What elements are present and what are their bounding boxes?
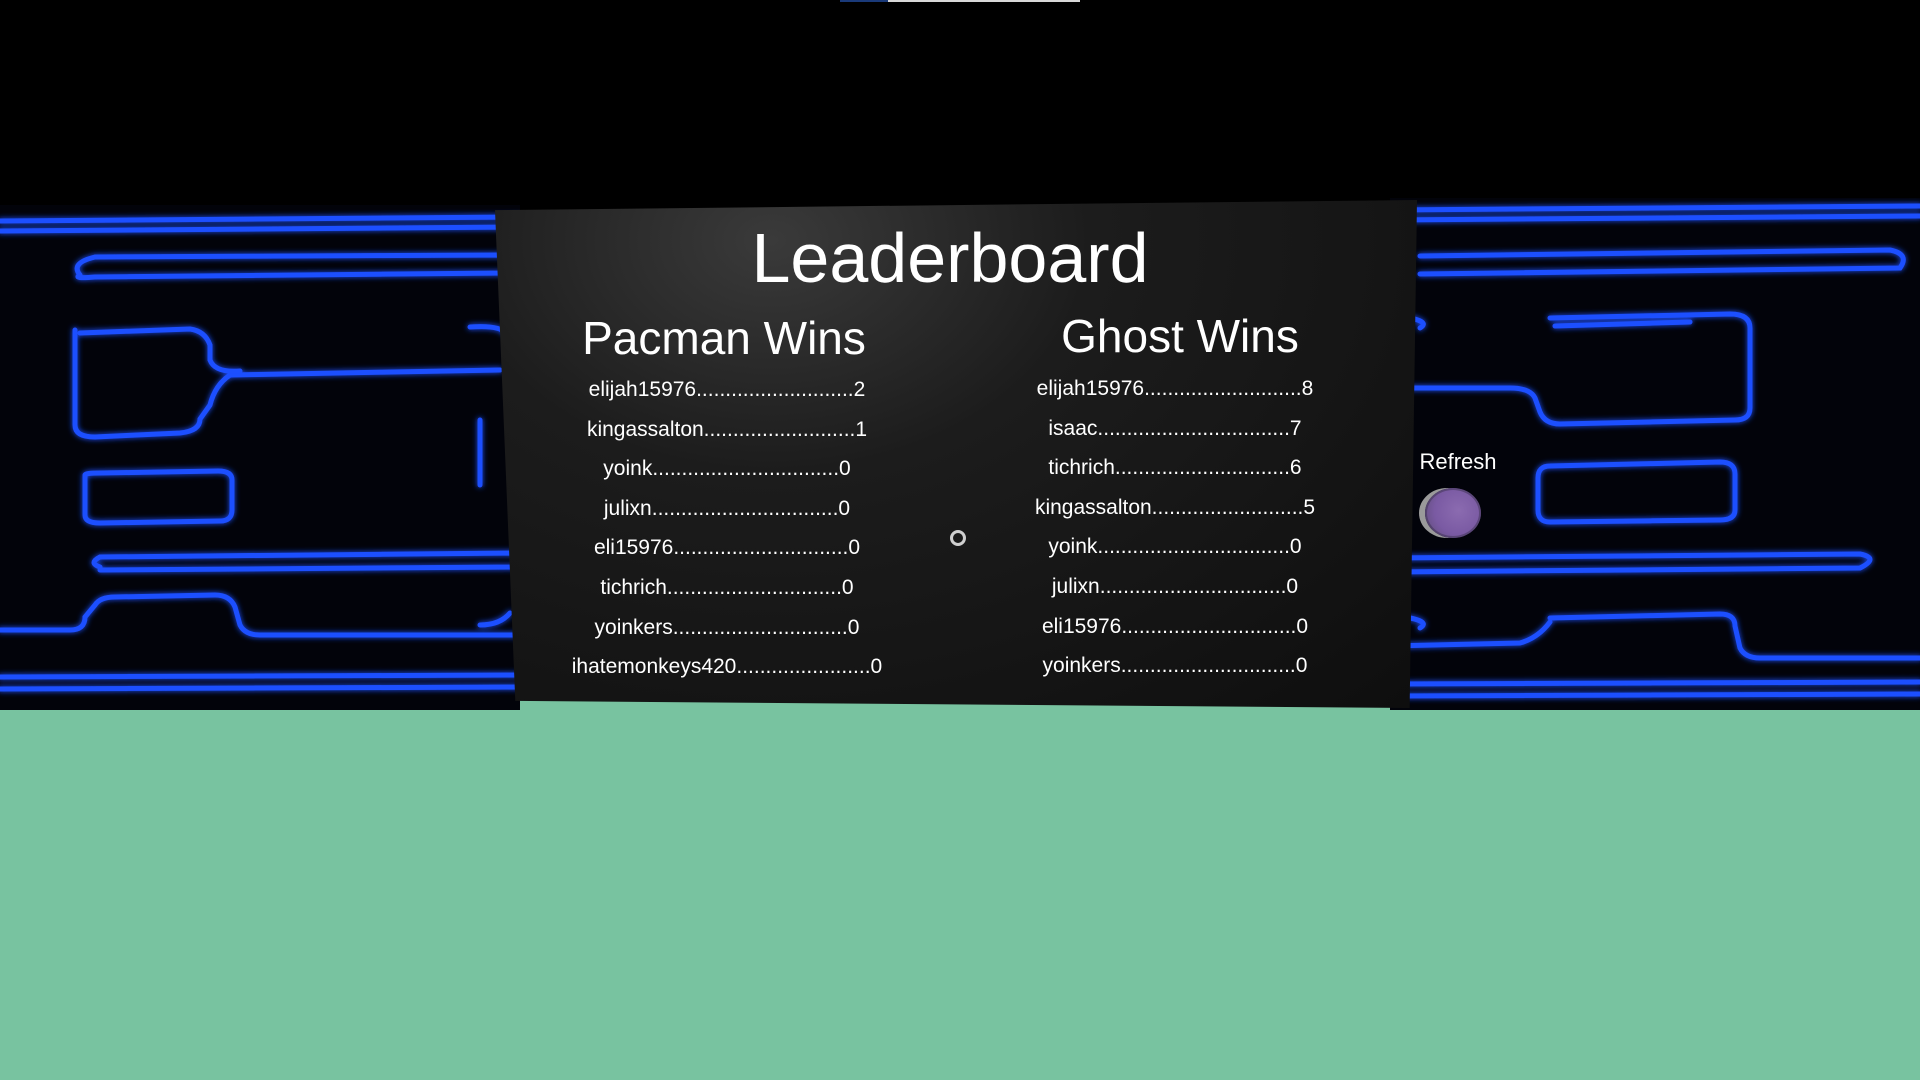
ghost-wins-heading: Ghost Wins — [1061, 310, 1299, 362]
ghost-entry: eli15976..............................0 — [1041, 614, 1309, 638]
ghost-entry: kingassalton..........................5 — [1034, 495, 1316, 519]
pacman-entry: eli15976..............................0 — [593, 536, 861, 560]
refresh-label: Refresh — [1419, 449, 1497, 474]
ghost-wins-list: elijah15976...........................8 … — [975, 369, 1375, 686]
ghost-entry: yoink.................................0 — [1048, 535, 1302, 559]
maze-wall-left — [0, 205, 520, 710]
leaderboard-title: Leaderboard — [751, 219, 1149, 297]
top-indicator-segment — [888, 0, 1080, 2]
pacman-entry: ihatemonkeys420.......................0 — [571, 655, 883, 679]
ghost-entry: elijah15976...........................8 — [1036, 377, 1314, 400]
top-indicator-segment — [840, 0, 888, 2]
ghost-entry: isaac.................................7 — [1048, 416, 1302, 440]
sky — [0, 0, 1920, 210]
game-scene: Leaderboard Pacman Wins elijah15976.....… — [0, 0, 1920, 1080]
pacman-wins-list: elijah15976...........................2 … — [527, 370, 927, 687]
pacman-wins-heading: Pacman Wins — [582, 312, 866, 364]
top-indicator-bar — [840, 0, 1080, 2]
ghost-entry: julixn................................0 — [1051, 574, 1299, 598]
refresh-button[interactable] — [1425, 488, 1481, 538]
pacman-entry: kingassalton..........................1 — [586, 417, 868, 441]
pacman-entry: julixn................................0 — [603, 496, 851, 520]
pacman-entry: yoink................................0 — [603, 457, 851, 481]
crosshair-ring-icon — [950, 530, 966, 546]
pacman-entry: elijah15976...........................2 — [588, 378, 866, 401]
floor — [0, 700, 1920, 1080]
ghost-entry: yoinkers..............................0 — [1042, 654, 1308, 678]
pacman-entry: tichrich..............................0 — [600, 575, 854, 599]
ghost-entry: tichrich..............................6 — [1048, 456, 1302, 480]
maze-pattern-left — [0, 214, 520, 692]
pacman-entry: yoinkers..............................0 — [594, 615, 860, 639]
